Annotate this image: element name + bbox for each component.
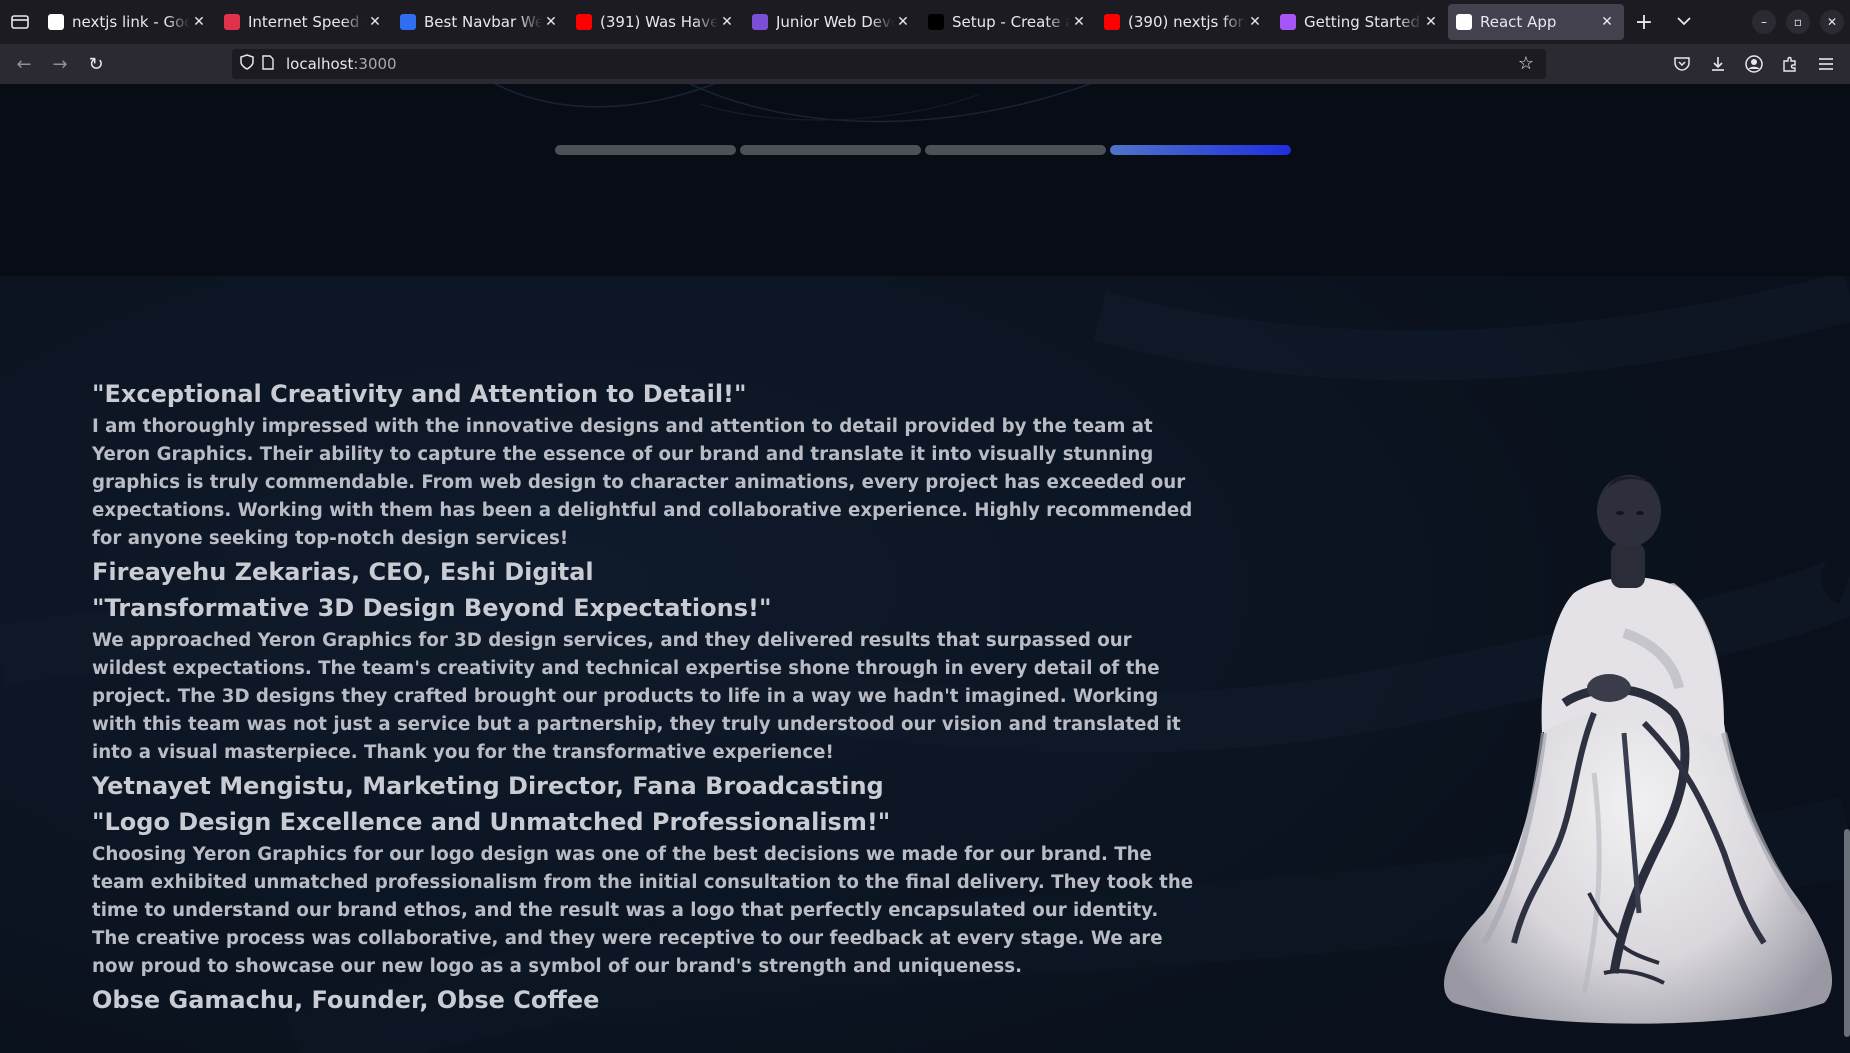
testimonial-author: Obse Gamachu, Founder, Obse Coffee: [92, 986, 600, 1014]
close-tab-icon[interactable]: ✕: [894, 14, 912, 30]
chevron-down-icon: [1677, 17, 1691, 26]
restore-button[interactable]: ▫: [1786, 10, 1810, 34]
browser-tab[interactable]: Setup - Create a Next App✕: [920, 4, 1096, 40]
navbar-site-icon: [400, 14, 416, 30]
youtube-icon: [576, 14, 592, 30]
testimonial-author: Yetnayet Mengistu, Marketing Director, F…: [92, 772, 884, 800]
tab-title: Junior Web Developer: [776, 13, 894, 31]
hamburger-menu-icon[interactable]: [1814, 52, 1838, 76]
download-icon[interactable]: [1706, 52, 1730, 76]
browser-tab[interactable]: Best Navbar Website Templates✕: [392, 4, 568, 40]
testimonial-body: We approached Yeron Graphics for 3D desi…: [92, 630, 1181, 763]
browser-tab[interactable]: Junior Web Developer✕: [744, 4, 920, 40]
arrow-right-icon: →: [52, 53, 68, 75]
testimonial-body: I am thoroughly impressed with the innov…: [92, 416, 1193, 549]
carousel-progress-segment[interactable]: [925, 145, 1106, 155]
testimonial-title: "Exceptional Creativity and Attention to…: [92, 380, 747, 408]
tab-list-icon: [11, 15, 29, 29]
list-all-tabs-button[interactable]: [1664, 14, 1704, 30]
back-button[interactable]: ←: [6, 48, 42, 80]
forward-button[interactable]: →: [42, 48, 78, 80]
vite-icon: [1280, 14, 1296, 30]
reload-button[interactable]: ↻: [78, 48, 114, 80]
browser-tab[interactable]: (391) Was Havertz✕: [568, 4, 744, 40]
tab-title: Setup - Create a Next App: [952, 13, 1070, 31]
pocket-icon[interactable]: [1670, 52, 1694, 76]
tab-title: nextjs link - Google Search: [72, 13, 190, 31]
tab-title: (391) Was Havertz: [600, 13, 718, 31]
carousel-progress-segment[interactable]: [1110, 145, 1291, 155]
nextjs-icon: [928, 14, 944, 30]
extensions-icon[interactable]: [1778, 52, 1802, 76]
shield-icon[interactable]: [240, 54, 262, 74]
google-icon: [48, 14, 64, 30]
browser-tab-bar: nextjs link - Google Search✕Internet Spe…: [0, 0, 1850, 44]
address-bar[interactable]: localhost:3000 ☆: [232, 49, 1546, 79]
reload-icon: ↻: [88, 53, 104, 75]
close-tab-icon[interactable]: ✕: [1598, 14, 1616, 30]
browser-tab[interactable]: Internet Speed Test✕: [216, 4, 392, 40]
close-tab-icon[interactable]: ✕: [718, 14, 736, 30]
close-tab-icon[interactable]: ✕: [542, 14, 560, 30]
carousel-progress-segment[interactable]: [740, 145, 921, 155]
tab-title: React App: [1480, 13, 1557, 31]
seated-figure-illustration: [1444, 475, 1833, 1024]
tab-title: Internet Speed Test: [248, 13, 366, 31]
url-host: localhost: [286, 55, 354, 73]
testimonial-title: "Logo Design Excellence and Unmatched Pr…: [92, 808, 891, 836]
decorative-arcs: [493, 84, 1092, 123]
browser-tab[interactable]: nextjs link - Google Search✕: [40, 4, 216, 40]
carousel-section: [0, 84, 1850, 276]
close-window-button[interactable]: ✕: [1820, 10, 1844, 34]
testimonials-list: "Exceptional Creativity and Attention to…: [92, 377, 1202, 1019]
browser-nav-bar: ← → ↻ localhost:3000 ☆: [0, 44, 1850, 84]
tab-strip: nextjs link - Google Search✕Internet Spe…: [40, 0, 1624, 44]
firefox-view-button[interactable]: [0, 0, 40, 44]
testimonial-body: Choosing Yeron Graphics for our logo des…: [92, 844, 1194, 977]
url-port: :3000: [353, 55, 397, 73]
react-app-icon: [1456, 14, 1472, 30]
doc-icon: [752, 14, 768, 30]
minimize-button[interactable]: –: [1752, 10, 1776, 34]
tab-title: Getting Started | Vite: [1304, 13, 1422, 31]
bookmark-star-icon[interactable]: ☆: [1518, 53, 1534, 74]
page-scrollbar[interactable]: [1844, 829, 1850, 1037]
browser-tab[interactable]: Getting Started | Vite✕: [1272, 4, 1448, 40]
close-tab-icon[interactable]: ✕: [190, 14, 208, 30]
arrow-left-icon: ←: [16, 53, 32, 75]
tab-title: (390) nextjs form: [1128, 13, 1246, 31]
browser-tab[interactable]: React App ✕: [1448, 4, 1624, 40]
testimonial: "Logo Design Excellence and Unmatched Pr…: [92, 805, 1202, 1017]
testimonial: "Exceptional Creativity and Attention to…: [92, 377, 1202, 589]
tab-title: Best Navbar Website Templates: [424, 13, 542, 31]
close-tab-icon[interactable]: ✕: [1070, 14, 1088, 30]
testimonials-section: "Exceptional Creativity and Attention to…: [0, 276, 1850, 1053]
carousel-progress-segment[interactable]: [555, 145, 736, 155]
testimonial-author: Fireayehu Zekarias, CEO, Eshi Digital: [92, 558, 594, 586]
testimonial: "Transformative 3D Design Beyond Expecta…: [92, 591, 1202, 803]
browser-tab[interactable]: (390) nextjs form ✕: [1096, 4, 1272, 40]
page-viewport: "Exceptional Creativity and Attention to…: [0, 84, 1850, 1053]
testimonial-title: "Transformative 3D Design Beyond Expecta…: [92, 594, 772, 622]
new-tab-button[interactable]: +: [1624, 10, 1664, 35]
page-info-icon[interactable]: [262, 54, 286, 74]
close-tab-icon[interactable]: ✕: [366, 14, 384, 30]
account-icon[interactable]: [1742, 52, 1766, 76]
speedtest-icon: [224, 14, 240, 30]
close-tab-icon[interactable]: ✕: [1422, 14, 1440, 30]
youtube-icon: [1104, 14, 1120, 30]
carousel-progress-indicator: [555, 145, 1291, 155]
close-tab-icon[interactable]: ✕: [1246, 14, 1264, 30]
